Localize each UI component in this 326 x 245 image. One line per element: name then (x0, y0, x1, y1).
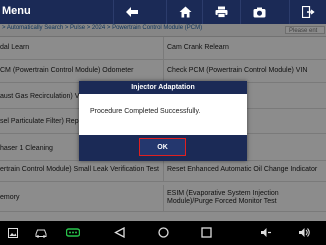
injector-adaptation-dialog: Injector Adaptation Procedure Completed … (79, 81, 247, 161)
car-icon[interactable] (35, 228, 47, 238)
back-icon (125, 6, 139, 18)
volume-down-icon[interactable] (260, 227, 272, 238)
top-bar: Menu (0, 0, 326, 24)
image-icon[interactable] (8, 228, 18, 238)
triangle-back-icon[interactable] (114, 227, 125, 238)
print-button[interactable] (202, 0, 239, 24)
camera-icon (253, 7, 266, 18)
home-button[interactable] (166, 0, 203, 24)
home-icon (179, 6, 192, 18)
exit-icon (301, 6, 315, 18)
volume-up-icon[interactable] (298, 227, 311, 238)
page-title: Menu (2, 5, 31, 17)
exit-button[interactable] (289, 0, 326, 24)
dialog-title: Injector Adaptation (79, 81, 247, 94)
square-recent-icon[interactable] (201, 227, 212, 238)
screenshot-button[interactable] (240, 0, 277, 24)
system-nav-bar (0, 221, 326, 245)
ok-button[interactable]: OK (139, 138, 186, 156)
circle-home-icon[interactable] (158, 227, 169, 238)
back-button[interactable] (113, 0, 150, 24)
dialog-footer: OK (79, 135, 247, 161)
dialog-message: Procedure Completed Successfully. (90, 108, 201, 115)
print-icon (215, 6, 228, 18)
vci-icon[interactable] (66, 227, 80, 238)
